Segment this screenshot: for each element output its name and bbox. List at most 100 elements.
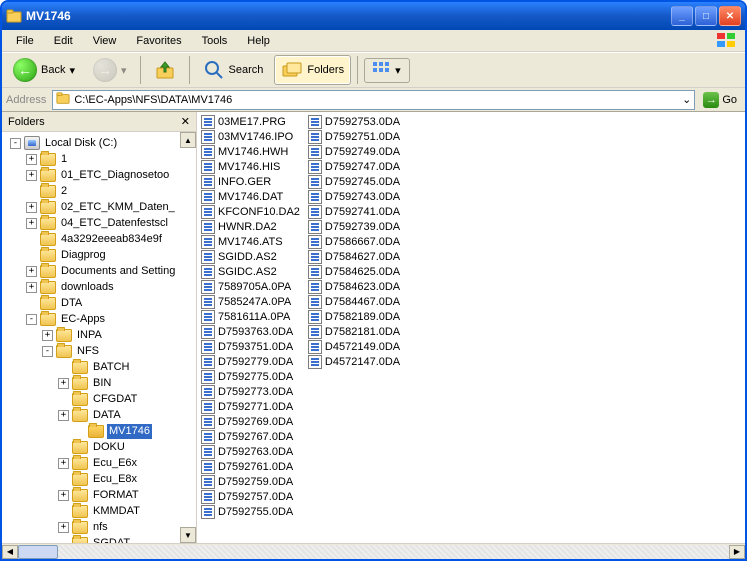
- scroll-down-button[interactable]: ▼: [180, 527, 196, 543]
- tree-node[interactable]: SGDAT: [4, 535, 196, 543]
- file-list-pane[interactable]: 03ME17.PRG03MV1746.IPOMV1746.HWHMV1746.H…: [197, 112, 745, 543]
- file-item[interactable]: D7584625.0DA: [308, 264, 400, 279]
- file-item[interactable]: SGIDD.AS2: [201, 249, 300, 264]
- tree-node[interactable]: +02_ETC_KMM_Daten_: [4, 199, 196, 215]
- file-item[interactable]: D7593751.0DA: [201, 339, 300, 354]
- views-button[interactable]: ▾: [364, 58, 410, 83]
- tree-node[interactable]: -Local Disk (C:): [4, 135, 196, 151]
- file-item[interactable]: D7582189.0DA: [308, 309, 400, 324]
- file-item[interactable]: D4572149.0DA: [308, 339, 400, 354]
- scroll-track[interactable]: [18, 545, 729, 559]
- tree-node[interactable]: +FORMAT: [4, 487, 196, 503]
- file-item[interactable]: D7592739.0DA: [308, 219, 400, 234]
- file-item[interactable]: D7592773.0DA: [201, 384, 300, 399]
- titlebar[interactable]: MV1746 _ □ ✕: [2, 2, 745, 30]
- tree-toggle-icon[interactable]: -: [26, 314, 37, 325]
- file-item[interactable]: D7592755.0DA: [201, 504, 300, 519]
- tree-node[interactable]: DTA: [4, 295, 196, 311]
- file-item[interactable]: D7592749.0DA: [308, 144, 400, 159]
- tree-node[interactable]: +1: [4, 151, 196, 167]
- scroll-up-button[interactable]: ▲: [180, 132, 196, 148]
- folder-tree[interactable]: ▲ -Local Disk (C:)+1+01_ETC_Diagnosetoo2…: [2, 132, 196, 543]
- tree-node[interactable]: +downloads: [4, 279, 196, 295]
- file-item[interactable]: D7584623.0DA: [308, 279, 400, 294]
- tree-toggle-icon[interactable]: +: [26, 154, 37, 165]
- tree-toggle-icon[interactable]: -: [42, 346, 53, 357]
- file-item[interactable]: D7592759.0DA: [201, 474, 300, 489]
- file-item[interactable]: D7592753.0DA: [308, 114, 400, 129]
- menu-tools[interactable]: Tools: [194, 33, 236, 49]
- file-item[interactable]: D7592745.0DA: [308, 174, 400, 189]
- tree-toggle-icon[interactable]: +: [58, 522, 69, 533]
- file-item[interactable]: MV1746.HIS: [201, 159, 300, 174]
- tree-node[interactable]: +BIN: [4, 375, 196, 391]
- file-item[interactable]: D4572147.0DA: [308, 354, 400, 369]
- tree-node[interactable]: +04_ETC_Datenfestscl: [4, 215, 196, 231]
- scroll-right-button[interactable]: ▶: [729, 545, 745, 559]
- file-item[interactable]: D7592743.0DA: [308, 189, 400, 204]
- file-item[interactable]: D7592763.0DA: [201, 444, 300, 459]
- file-item[interactable]: D7592741.0DA: [308, 204, 400, 219]
- search-button[interactable]: Search: [196, 55, 271, 85]
- tree-toggle-icon[interactable]: +: [26, 282, 37, 293]
- tree-toggle-icon[interactable]: +: [26, 202, 37, 213]
- menu-favorites[interactable]: Favorites: [128, 33, 189, 49]
- tree-node[interactable]: KMMDAT: [4, 503, 196, 519]
- file-item[interactable]: D7593763.0DA: [201, 324, 300, 339]
- file-item[interactable]: 03MV1746.IPO: [201, 129, 300, 144]
- menu-help[interactable]: Help: [239, 33, 278, 49]
- close-button[interactable]: ✕: [719, 6, 741, 26]
- address-dropdown-icon[interactable]: ⌄: [682, 93, 691, 106]
- close-pane-icon[interactable]: ✕: [181, 115, 190, 128]
- scroll-left-button[interactable]: ◀: [2, 545, 18, 559]
- file-item[interactable]: D7592747.0DA: [308, 159, 400, 174]
- tree-toggle-icon[interactable]: +: [58, 490, 69, 501]
- file-item[interactable]: MV1746.ATS: [201, 234, 300, 249]
- tree-node[interactable]: 2: [4, 183, 196, 199]
- file-item[interactable]: SGIDC.AS2: [201, 264, 300, 279]
- tree-node[interactable]: BATCH: [4, 359, 196, 375]
- tree-node[interactable]: +Documents and Setting: [4, 263, 196, 279]
- file-item[interactable]: MV1746.HWH: [201, 144, 300, 159]
- tree-node[interactable]: 4a3292eeeab834e9f: [4, 231, 196, 247]
- file-item[interactable]: 7589705A.0PA: [201, 279, 300, 294]
- menu-file[interactable]: File: [8, 33, 42, 49]
- menu-view[interactable]: View: [85, 33, 125, 49]
- go-button[interactable]: → Go: [699, 90, 741, 110]
- forward-button[interactable]: → ▾: [86, 55, 134, 85]
- file-item[interactable]: D7584627.0DA: [308, 249, 400, 264]
- file-item[interactable]: HWNR.DA2: [201, 219, 300, 234]
- back-button[interactable]: ← Back ▾: [6, 55, 82, 85]
- scroll-thumb[interactable]: [18, 545, 58, 559]
- minimize-button[interactable]: _: [671, 6, 693, 26]
- file-item[interactable]: MV1746.DAT: [201, 189, 300, 204]
- file-item[interactable]: 7581611A.0PA: [201, 309, 300, 324]
- file-item[interactable]: D7592769.0DA: [201, 414, 300, 429]
- tree-node[interactable]: +INPA: [4, 327, 196, 343]
- tree-toggle-icon[interactable]: +: [26, 170, 37, 181]
- tree-node[interactable]: +DATA: [4, 407, 196, 423]
- file-item[interactable]: D7586667.0DA: [308, 234, 400, 249]
- file-item[interactable]: D7592761.0DA: [201, 459, 300, 474]
- tree-toggle-icon[interactable]: -: [10, 138, 21, 149]
- file-item[interactable]: 7585247A.0PA: [201, 294, 300, 309]
- address-input[interactable]: C:\EC-Apps\NFS\DATA\MV1746 ⌄: [52, 90, 695, 110]
- tree-toggle-icon[interactable]: +: [26, 218, 37, 229]
- file-item[interactable]: KFCONF10.DA2: [201, 204, 300, 219]
- tree-node[interactable]: Diagprog: [4, 247, 196, 263]
- file-item[interactable]: D7592771.0DA: [201, 399, 300, 414]
- file-item[interactable]: D7592757.0DA: [201, 489, 300, 504]
- tree-node[interactable]: DOKU: [4, 439, 196, 455]
- file-item[interactable]: D7592767.0DA: [201, 429, 300, 444]
- tree-node[interactable]: -EC-Apps: [4, 311, 196, 327]
- folders-button[interactable]: Folders: [274, 55, 351, 85]
- tree-toggle-icon[interactable]: +: [58, 410, 69, 421]
- up-button[interactable]: [147, 55, 183, 85]
- tree-node[interactable]: +Ecu_E6x: [4, 455, 196, 471]
- maximize-button[interactable]: □: [695, 6, 717, 26]
- file-item[interactable]: INFO.GER: [201, 174, 300, 189]
- menu-edit[interactable]: Edit: [46, 33, 81, 49]
- tree-node[interactable]: MV1746: [4, 423, 196, 439]
- tree-toggle-icon[interactable]: +: [58, 378, 69, 389]
- tree-node[interactable]: +01_ETC_Diagnosetoo: [4, 167, 196, 183]
